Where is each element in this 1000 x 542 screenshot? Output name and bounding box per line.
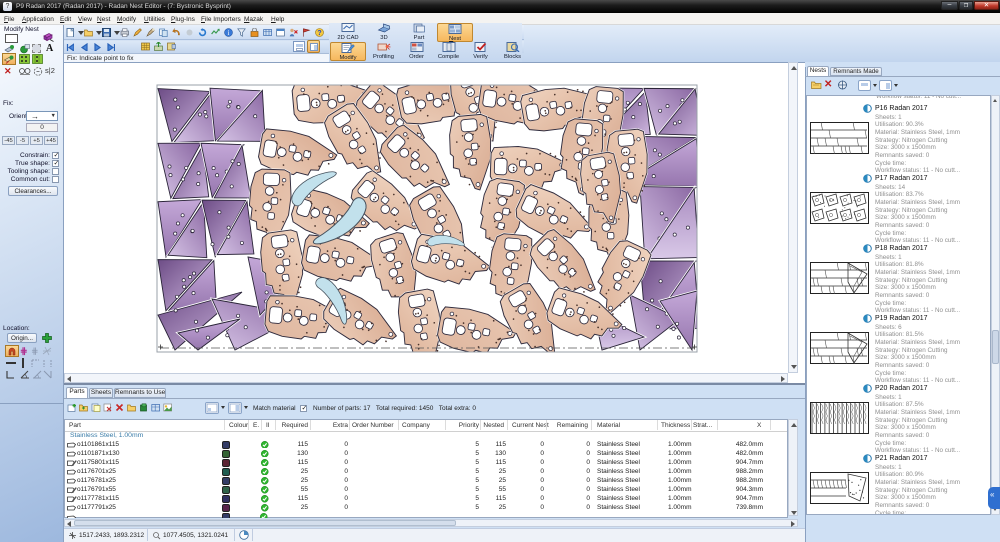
svg-text:?: ?	[317, 30, 321, 37]
svg-text:i: i	[228, 29, 230, 37]
